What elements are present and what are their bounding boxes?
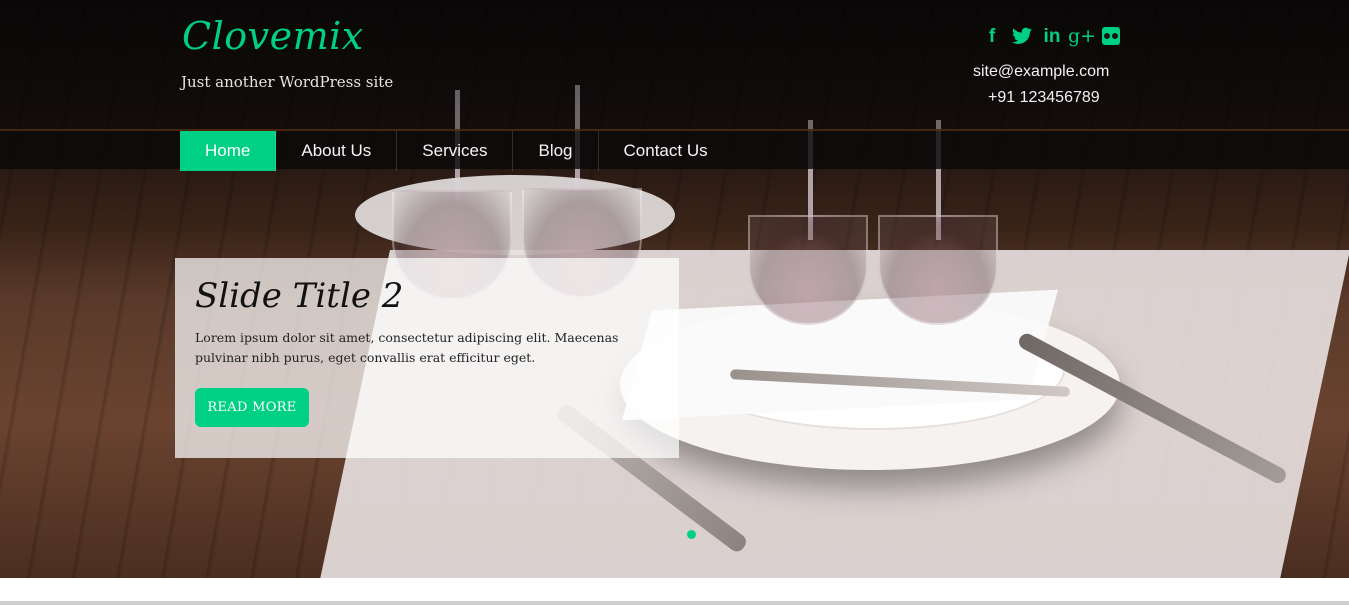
- slide-title: Slide Title 2: [195, 276, 404, 316]
- slide-caption: Slide Title 2 Lorem ipsum dolor sit amet…: [175, 258, 679, 458]
- section-divider: [0, 601, 1349, 605]
- nav-item-contact-us[interactable]: Contact Us: [599, 131, 733, 171]
- nav-item-blog[interactable]: Blog: [513, 131, 599, 171]
- contact-email[interactable]: site@example.com: [973, 63, 1109, 81]
- nav-item-home[interactable]: Home: [180, 131, 277, 171]
- slide-description: Lorem ipsum dolor sit amet, consectetur …: [195, 330, 619, 365]
- read-more-button[interactable]: READ MORE: [195, 388, 309, 427]
- nav-item-services[interactable]: Services: [397, 131, 514, 171]
- main-navigation: Home About Us Services Blog Contact Us: [0, 129, 1349, 171]
- twitter-icon[interactable]: [1012, 24, 1032, 48]
- nav-menu: Home About Us Services Blog Contact Us: [180, 131, 733, 171]
- twitter-bird-glyph: [1012, 27, 1032, 44]
- site-title[interactable]: Clovemix: [182, 14, 364, 58]
- nav-item-about-us[interactable]: About Us: [276, 131, 398, 171]
- facebook-icon[interactable]: f: [982, 24, 1002, 48]
- social-links: f in g+: [982, 24, 1120, 48]
- linkedin-icon[interactable]: in: [1042, 24, 1062, 48]
- slider-pagination-dot[interactable]: [687, 530, 696, 539]
- contact-phone: +91 123456789: [988, 89, 1100, 106]
- site-tagline: Just another WordPress site: [181, 73, 394, 91]
- flickr-icon[interactable]: [1102, 27, 1120, 45]
- google-plus-icon[interactable]: g+: [1068, 24, 1096, 48]
